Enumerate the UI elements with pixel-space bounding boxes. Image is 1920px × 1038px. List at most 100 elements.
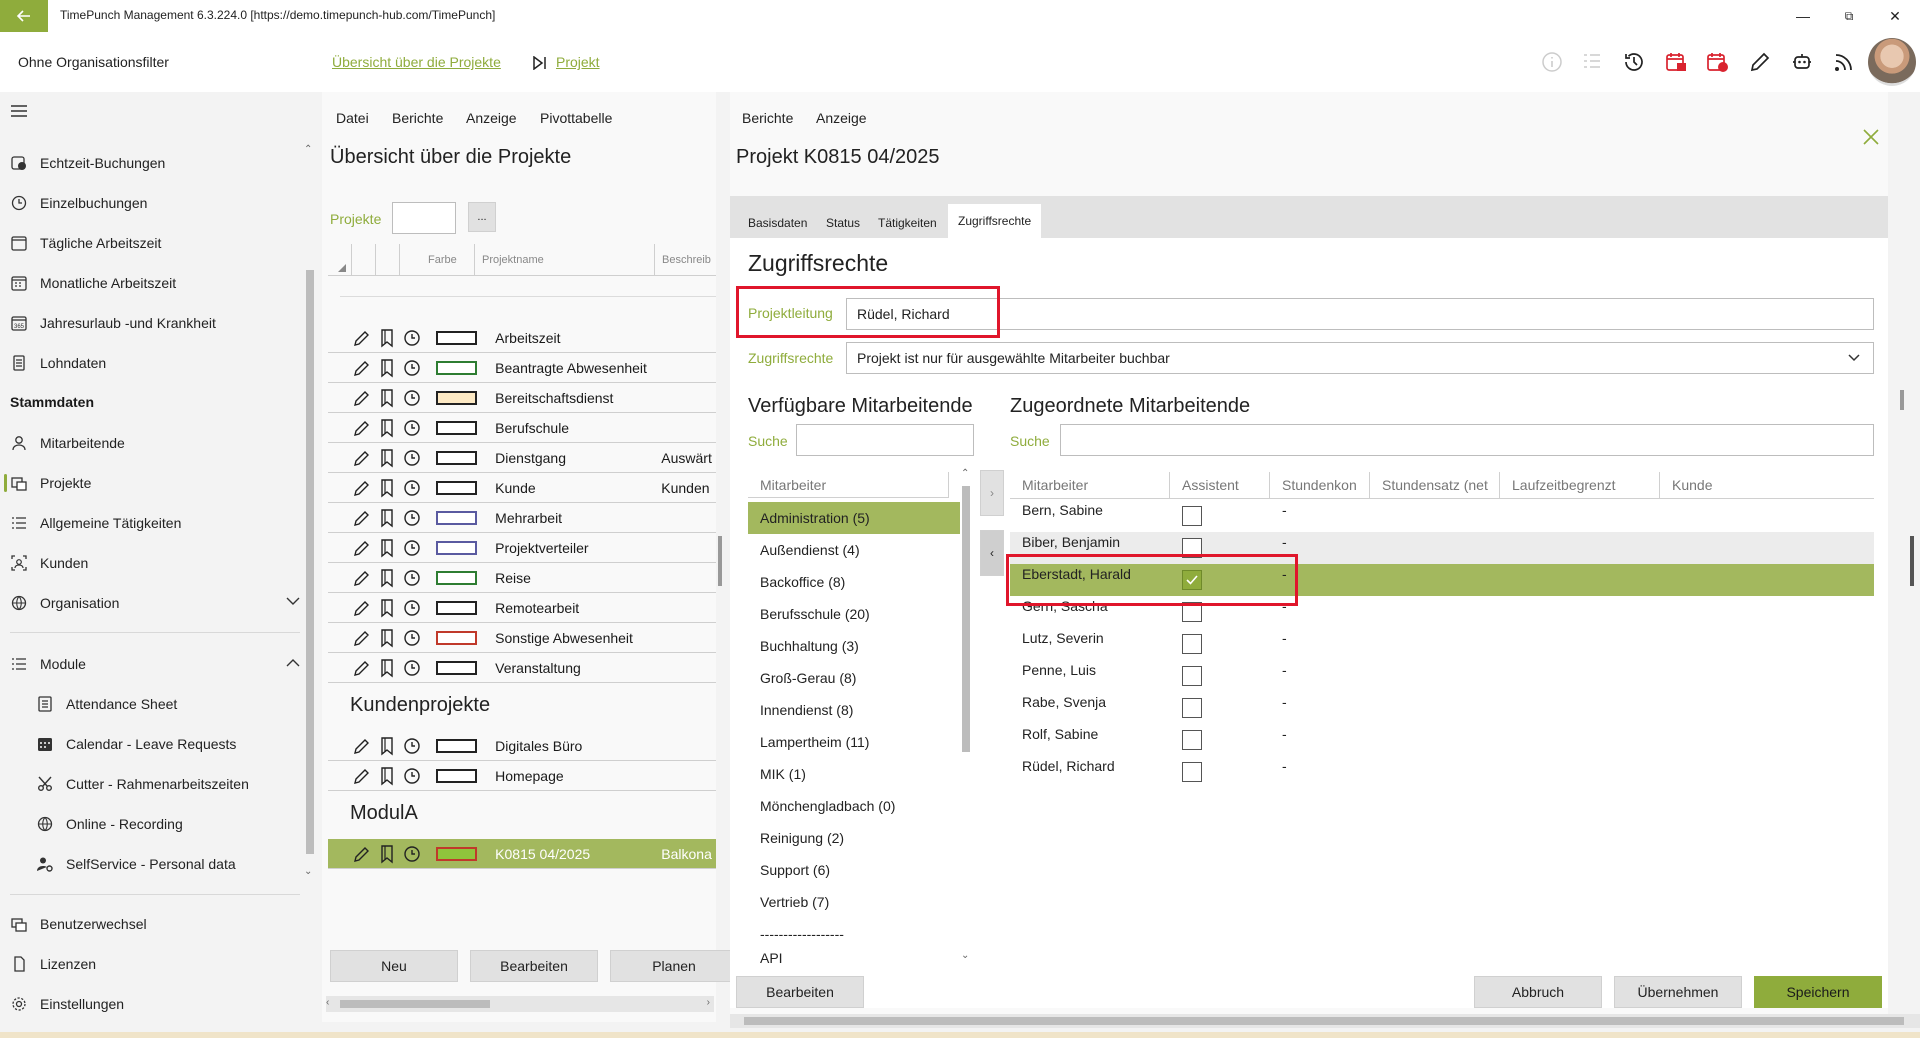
abbruch-button[interactable]: Abbruch xyxy=(1474,976,1602,1008)
employee-row[interactable]: Bern, Sabine - xyxy=(1010,500,1874,532)
clock-icon[interactable] xyxy=(402,538,422,558)
table-row[interactable]: Remotearbeit xyxy=(328,593,716,623)
sidebar-item-echtzeit-buchungen[interactable]: Echtzeit-Buchungen xyxy=(10,143,300,183)
bottom-h-scrollbar[interactable] xyxy=(730,1014,1920,1028)
edit-icon[interactable] xyxy=(352,628,372,648)
assistent-checkbox[interactable] xyxy=(1182,762,1202,782)
org-filter[interactable]: Ohne Organisationsfilter xyxy=(18,54,169,70)
group-item[interactable]: Innendienst (8) xyxy=(748,694,960,726)
sidebar-item-online-recording[interactable]: Online - Recording xyxy=(36,804,326,844)
assistent-checkbox[interactable] xyxy=(1182,506,1202,526)
bookmark-icon[interactable] xyxy=(378,328,396,348)
robot-icon[interactable] xyxy=(1788,48,1816,76)
clock-icon[interactable] xyxy=(402,418,422,438)
table-row[interactable]: Digitales Büro xyxy=(328,731,716,761)
table-row[interactable]: K0815 04/2025 Balkona xyxy=(328,839,716,869)
history-icon[interactable] xyxy=(1620,48,1648,76)
clock-icon[interactable] xyxy=(402,478,422,498)
sidebar-item-einzelbuchungen[interactable]: Einzelbuchungen xyxy=(10,183,300,223)
edit-icon[interactable] xyxy=(352,508,372,528)
bookmark-icon[interactable] xyxy=(378,508,396,528)
employee-row[interactable]: Rabe, Svenja - xyxy=(1010,692,1874,724)
table-row[interactable]: Berufschule xyxy=(328,413,716,443)
col-stundenkontingent[interactable]: Stundenkon xyxy=(1270,472,1370,498)
sidebar-item-calendar-leave-requests[interactable]: Calendar - Leave Requests xyxy=(36,724,326,764)
column-projektname[interactable]: Projektname xyxy=(474,254,544,266)
bookmark-icon[interactable] xyxy=(378,388,396,408)
employee-row[interactable]: Rüdel, Richard - xyxy=(1010,756,1874,788)
clock-icon[interactable] xyxy=(402,508,422,528)
projects-filter-input[interactable] xyxy=(392,202,456,234)
group-scrollbar[interactable]: ⌃ ⌄ xyxy=(958,468,974,964)
table-row[interactable]: Beantragte Abwesenheit xyxy=(328,353,716,383)
menu-datei[interactable]: Datei xyxy=(336,110,369,126)
projects-filter-button[interactable]: ... xyxy=(468,202,496,232)
column-beschreibung[interactable]: Beschreib xyxy=(662,254,711,266)
sidebar-item-selfservice-personal-data[interactable]: SelfService - Personal data xyxy=(36,844,326,884)
bookmark-icon[interactable] xyxy=(378,736,396,756)
breadcrumb-overview[interactable]: Übersicht über die Projekte xyxy=(332,54,501,70)
group-item[interactable]: Vertrieb (7) xyxy=(748,886,960,918)
detail-menu-berichte[interactable]: Berichte xyxy=(742,110,793,126)
bookmark-icon[interactable] xyxy=(378,568,396,588)
clock-icon[interactable] xyxy=(402,844,422,864)
edit-icon[interactable] xyxy=(352,658,372,678)
bearbeiten-project-button[interactable]: Bearbeiten xyxy=(470,950,598,982)
sidebar-item-benutzerwechsel[interactable]: Benutzerwechsel xyxy=(10,904,300,944)
clock-icon[interactable] xyxy=(402,568,422,588)
detail-menu-anzeige[interactable]: Anzeige xyxy=(816,110,867,126)
pencil-icon[interactable] xyxy=(1746,48,1774,76)
edit-icon[interactable] xyxy=(352,736,372,756)
sort-corner-icon[interactable] xyxy=(328,244,352,276)
projektleitung-field[interactable]: Rüdel, Richard xyxy=(846,298,1874,330)
employee-row[interactable]: Lutz, Severin - xyxy=(1010,628,1874,660)
table-row[interactable]: Sonstige Abwesenheit xyxy=(328,623,716,653)
panel-splitter[interactable] xyxy=(718,536,722,586)
feed-icon[interactable] xyxy=(1830,48,1858,76)
speichern-button[interactable]: Speichern xyxy=(1754,976,1882,1008)
edit-icon[interactable] xyxy=(352,358,372,378)
clock-icon[interactable] xyxy=(402,628,422,648)
sidebar-item-module[interactable]: Module xyxy=(10,644,300,684)
col-mitarbeiter[interactable]: Mitarbeiter xyxy=(1010,472,1170,498)
assistent-checkbox[interactable] xyxy=(1182,666,1202,686)
neu-button[interactable]: Neu xyxy=(330,950,458,982)
sidebar-item-einstellungen[interactable]: Einstellungen xyxy=(10,984,300,1024)
list-detail-icon[interactable] xyxy=(1578,48,1606,76)
planen-button[interactable]: Planen xyxy=(610,950,738,982)
group-item[interactable]: Buchhaltung (3) xyxy=(748,630,960,662)
sidebar-item-monatliche-arbeitszeit[interactable]: Monatliche Arbeitszeit xyxy=(10,263,300,303)
sidebar-item-mitarbeitende[interactable]: Mitarbeitende xyxy=(10,423,300,463)
available-search-input[interactable] xyxy=(796,424,974,456)
group-item[interactable]: ------------------ xyxy=(748,918,960,950)
available-col-header[interactable]: Mitarbeiter xyxy=(748,472,948,498)
assistent-checkbox[interactable] xyxy=(1182,698,1202,718)
sidebar-item-kunden[interactable]: Kunden xyxy=(10,543,300,583)
close-detail-icon[interactable] xyxy=(1862,128,1880,146)
breadcrumb-project[interactable]: Projekt xyxy=(556,54,600,70)
calendar-alert-icon[interactable] xyxy=(1662,48,1690,76)
group-item[interactable]: Administration (5) xyxy=(748,502,960,534)
bookmark-icon[interactable] xyxy=(378,844,396,864)
edit-icon[interactable] xyxy=(352,844,372,864)
table-row[interactable]: Kunde Kunden xyxy=(328,473,716,503)
group-item[interactable]: Lampertheim (11) xyxy=(748,726,960,758)
group-item[interactable]: Groß-Gerau (8) xyxy=(748,662,960,694)
avatar[interactable] xyxy=(1868,38,1916,86)
back-button[interactable] xyxy=(0,0,48,32)
group-item[interactable]: Mönchengladbach (0) xyxy=(748,790,960,822)
clock-icon[interactable] xyxy=(402,328,422,348)
zugriffsrechte-select[interactable]: Projekt ist nur für ausgewählte Mitarbei… xyxy=(846,342,1874,374)
sidebar-item-attendance-sheet[interactable]: Attendance Sheet xyxy=(36,684,326,724)
column-farbe[interactable]: Farbe xyxy=(428,254,457,266)
assistent-checkbox[interactable] xyxy=(1182,634,1202,654)
group-item[interactable]: Berufsschule (20) xyxy=(748,598,960,630)
bookmark-icon[interactable] xyxy=(378,418,396,438)
clock-icon[interactable] xyxy=(402,388,422,408)
edit-icon[interactable] xyxy=(352,388,372,408)
table-row[interactable]: Mehrarbeit xyxy=(328,503,716,533)
sidebar-item-lohndaten[interactable]: Lohndaten xyxy=(10,343,300,383)
sidebar-item-allgemeine-tätigkeiten[interactable]: Allgemeine Tätigkeiten xyxy=(10,503,300,543)
table-row[interactable]: Veranstaltung xyxy=(328,653,716,683)
group-item[interactable]: Support (6) xyxy=(748,854,960,886)
